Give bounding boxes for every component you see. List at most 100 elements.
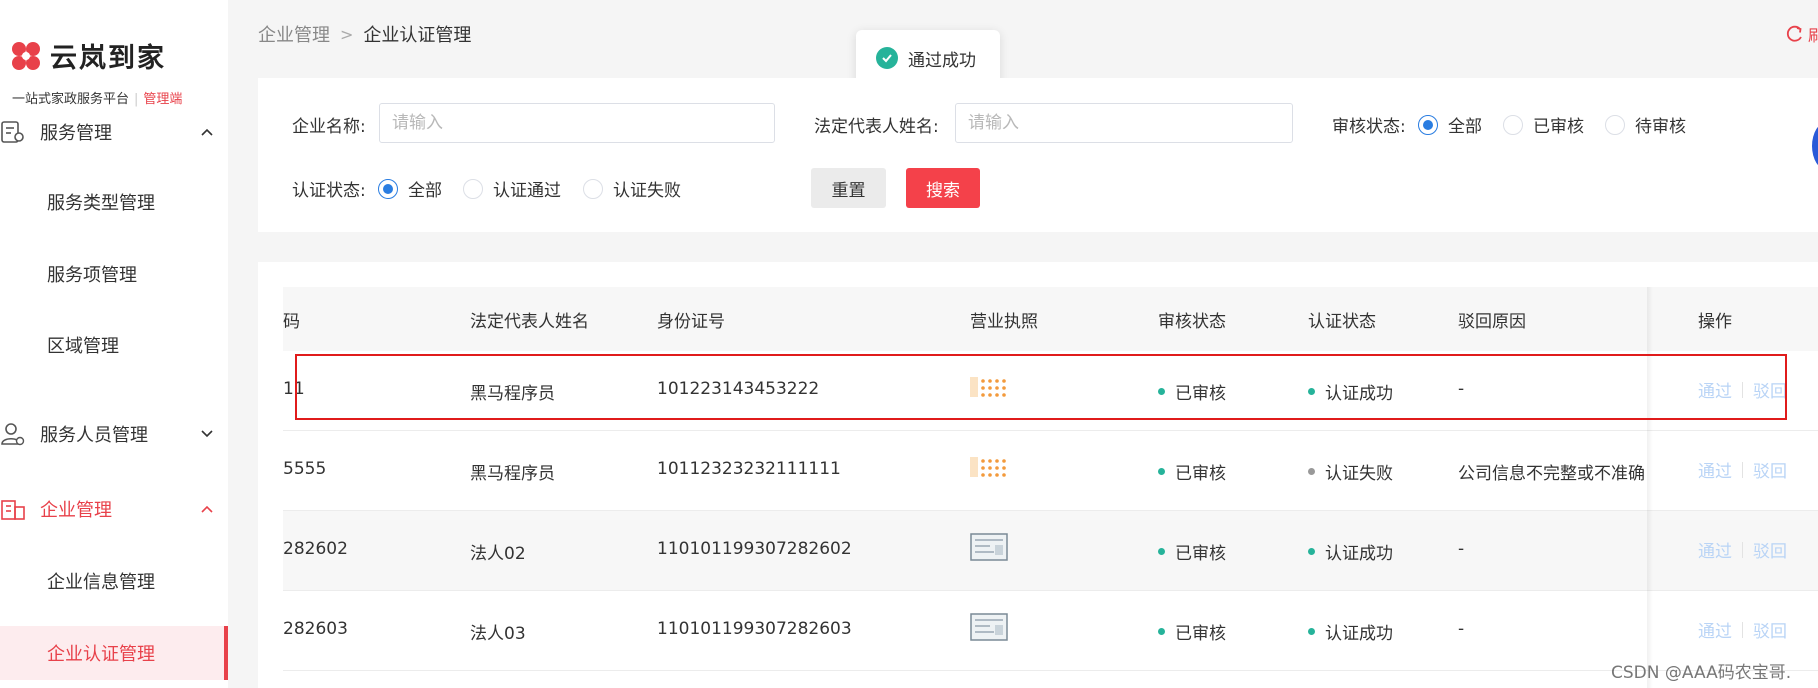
menu-item-service-type[interactable]: 服务类型管理 <box>0 175 228 229</box>
breadcrumb: 企业管理 > 企业认证管理 <box>258 21 471 47</box>
refresh-button[interactable]: 刷 <box>1786 22 1818 46</box>
menu-group-label: 企业管理 <box>40 500 112 521</box>
menu-group-staff[interactable]: 服务人员管理 <box>0 414 228 454</box>
search-button[interactable]: 搜索 <box>906 168 980 208</box>
menu-item-enterprise-info[interactable]: 企业信息管理 <box>0 554 228 608</box>
menu-item-label: 服务类型管理 <box>47 193 155 214</box>
radio-label: 全部 <box>1448 117 1482 137</box>
slogan-text: 一站式家政服务平台 <box>12 92 130 107</box>
reject-button[interactable]: 驳回 <box>1753 457 1787 482</box>
filter-panel: 企业名称: 法定代表人姓名: 审核状态: 全部 已审核 待审核 认证状态: 全部… <box>258 78 1818 232</box>
chevron-down-icon <box>201 430 213 438</box>
reject-button[interactable]: 驳回 <box>1753 617 1787 642</box>
menu-item-service-item[interactable]: 服务项管理 <box>0 247 228 301</box>
status-dot-icon <box>1308 468 1315 475</box>
cert-status-text: 认证失败 <box>1325 464 1393 484</box>
radio-checked-icon <box>378 178 398 199</box>
menu-item-region[interactable]: 区域管理 <box>0 318 228 372</box>
cert-status-text: 认证成功 <box>1325 544 1393 564</box>
cell-reject-reason: - <box>1458 619 1465 639</box>
watermark: CSDN @AAA码农宝哥. <box>1611 663 1792 683</box>
logo-text: 云岚到家 <box>50 43 166 74</box>
reject-button[interactable]: 驳回 <box>1753 537 1787 562</box>
pass-button[interactable]: 通过 <box>1698 537 1732 562</box>
logo: 云岚到家 <box>8 36 166 75</box>
cell-code: 5555 <box>283 459 327 479</box>
audit-status-text: 已审核 <box>1175 464 1226 484</box>
audit-status-label: 审核状态: <box>1332 117 1406 137</box>
cert-radio-fail[interactable]: 认证失败 <box>583 176 681 201</box>
cert-radio-pass[interactable]: 认证通过 <box>463 176 561 201</box>
radio-label: 待审核 <box>1635 117 1686 137</box>
audit-radio-pending[interactable]: 待审核 <box>1605 112 1686 137</box>
license-thumbnail[interactable] <box>970 533 1008 561</box>
fixed-column-shadow <box>1647 287 1653 688</box>
chevron-up-icon <box>201 128 213 136</box>
column-header: 法定代表人姓名 <box>470 312 589 332</box>
radio-icon <box>583 178 603 199</box>
cell-id-number: 110101199307282603 <box>657 619 852 639</box>
license-thumbnail[interactable] <box>970 453 1008 481</box>
cell-id-number: 110101199307282602 <box>657 539 852 559</box>
sidebar: 云岚到家 一站式家政服务平台 | 管理端 服务管理 服务类型管理 服务项管理 区域管… <box>0 0 228 688</box>
company-name-input[interactable] <box>379 103 775 143</box>
audit-status-text: 已审核 <box>1175 544 1226 564</box>
column-header: 驳回原因 <box>1458 312 1526 332</box>
menu-group-enterprise[interactable]: 企业管理 <box>0 489 228 529</box>
status-dot-icon <box>1158 548 1165 555</box>
column-header: 营业执照 <box>970 312 1038 332</box>
audit-radio-approved[interactable]: 已审核 <box>1503 112 1584 137</box>
refresh-icon <box>1786 25 1802 42</box>
legal-rep-label: 法定代表人姓名: <box>814 117 939 137</box>
table-row[interactable]: 282602 法人02 110101199307282602 已审核 认证成功 … <box>283 511 1818 591</box>
cert-status-label: 认证状态: <box>292 181 366 201</box>
cell-audit-status: 已审核 <box>1158 459 1226 484</box>
menu-item-label: 企业信息管理 <box>47 572 155 593</box>
cert-radio-all[interactable]: 全部 <box>378 176 442 201</box>
column-header: 审核状态 <box>1158 312 1226 332</box>
slogan: 一站式家政服务平台 | 管理端 <box>12 92 183 107</box>
table-row[interactable]: 282603 法人03 110101199307282603 已审核 认证成功 … <box>283 591 1818 671</box>
column-header: 操作 <box>1698 312 1732 332</box>
cell-actions: 通过 驳回 <box>1698 617 1787 642</box>
menu-item-enterprise-cert[interactable]: 企业认证管理 <box>0 626 228 680</box>
menu-group-label: 服务人员管理 <box>40 425 148 446</box>
cell-legal-rep: 法人02 <box>470 544 526 564</box>
cell-code: 282603 <box>283 619 348 639</box>
pass-button[interactable]: 通过 <box>1698 617 1732 642</box>
toast-text: 通过成功 <box>908 50 976 71</box>
data-table: 码 法定代表人姓名 身份证号 营业执照 审核状态 认证状态 驳回原因 操作 11… <box>258 262 1818 688</box>
reset-button[interactable]: 重置 <box>811 168 886 208</box>
audit-status-text: 已审核 <box>1175 624 1226 644</box>
radio-label: 认证通过 <box>493 181 561 201</box>
cell-actions: 通过 驳回 <box>1698 457 1787 482</box>
breadcrumb-current: 企业认证管理 <box>363 25 472 46</box>
cell-reject-reason: - <box>1458 539 1465 559</box>
table-row[interactable]: 5555 黑马程序员 10112323232111111 已审核 认证失败 公司… <box>283 431 1818 511</box>
admin-badge: 管理端 <box>143 92 183 107</box>
cell-cert-status: 认证成功 <box>1308 539 1393 564</box>
column-header: 认证状态 <box>1308 312 1376 332</box>
column-header: 码 <box>283 312 300 332</box>
menu-item-label: 区域管理 <box>47 336 119 357</box>
license-thumbnail[interactable] <box>970 613 1008 641</box>
column-header: 身份证号 <box>657 312 725 332</box>
status-dot-icon <box>1158 628 1165 635</box>
cell-legal-rep: 黑马程序员 <box>470 464 555 484</box>
menu-item-label: 企业认证管理 <box>47 644 155 665</box>
pass-button[interactable]: 通过 <box>1698 457 1732 482</box>
cell-id-number: 10112323232111111 <box>657 459 841 479</box>
breadcrumb-parent[interactable]: 企业管理 <box>258 21 330 47</box>
building-icon <box>1 500 25 520</box>
radio-label: 全部 <box>408 181 442 201</box>
cell-audit-status: 已审核 <box>1158 539 1226 564</box>
check-circle-icon <box>876 47 898 69</box>
audit-radio-all[interactable]: 全部 <box>1418 112 1482 137</box>
menu-group-label: 服务管理 <box>40 123 112 144</box>
logo-icon <box>12 41 40 70</box>
cell-cert-status: 认证失败 <box>1308 459 1393 484</box>
radio-checked-icon <box>1418 114 1438 135</box>
menu-group-service[interactable]: 服务管理 <box>0 112 228 152</box>
legal-rep-input[interactable] <box>955 103 1293 143</box>
refresh-label: 刷 <box>1808 26 1818 45</box>
